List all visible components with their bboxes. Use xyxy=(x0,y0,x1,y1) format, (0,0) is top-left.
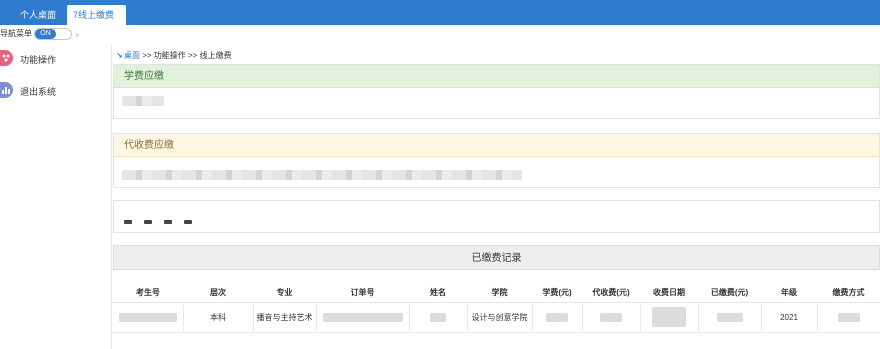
nav-menu-toggle[interactable]: ON xyxy=(34,28,72,40)
redacted-value xyxy=(837,312,860,322)
arrow-icon: ↘ xyxy=(116,51,123,60)
breadcrumb-path: >> 功能操作 >> 线上缴费 xyxy=(140,51,232,60)
agency-fee-panel-title: 代收费应缴 xyxy=(114,134,879,157)
sidebar-item-label: 退出系统 xyxy=(20,87,57,97)
nav-menu-label: 导航菜单 xyxy=(0,29,32,38)
col-paid-amount: 已缴费(元) xyxy=(698,283,761,303)
sidebar-item-logout[interactable]: 退出系统 xyxy=(0,82,110,102)
loading-indicator xyxy=(124,216,204,226)
col-major: 专业 xyxy=(253,283,316,303)
sidebar-item-functions[interactable]: 功能操作 xyxy=(0,50,110,70)
col-order-number: 订单号 xyxy=(316,283,409,303)
pending-panel xyxy=(113,200,880,233)
col-college: 学院 xyxy=(467,283,532,303)
chart-icon xyxy=(0,82,13,98)
agency-fee-details-redacted xyxy=(122,170,522,180)
redacted-value xyxy=(118,312,177,322)
sidebar: 功能操作 退出系统 xyxy=(0,44,112,349)
cell-level: 本科 xyxy=(183,302,254,333)
cell-tuition xyxy=(532,302,583,333)
table-header-row: 考生号 层次 专业 订单号 姓名 学院 学费(元) 代收费(元) 收费日期 已缴… xyxy=(113,283,880,303)
col-tuition: 学费(元) xyxy=(532,283,582,303)
close-icon[interactable]: × xyxy=(75,31,80,40)
cell-order-number xyxy=(316,302,410,333)
redacted-value xyxy=(322,312,403,322)
col-payment-method: 缴费方式 xyxy=(817,283,880,303)
breadcrumb: ↘桌面 >> 功能操作 >> 线上缴费 xyxy=(116,50,232,61)
cell-paid-amount xyxy=(698,302,762,333)
cell-grade: 2021 xyxy=(761,302,818,333)
redacted-value xyxy=(546,312,568,322)
col-name: 姓名 xyxy=(409,283,467,303)
tuition-amount-redacted xyxy=(122,96,164,106)
function-icon xyxy=(0,50,13,66)
tuition-panel-title: 学费应缴 xyxy=(114,65,879,88)
payment-records-table: 考生号 层次 专业 订单号 姓名 学院 学费(元) 代收费(元) 收费日期 已缴… xyxy=(113,283,880,333)
breadcrumb-home[interactable]: 桌面 xyxy=(124,51,140,60)
cell-name xyxy=(409,302,468,333)
payment-records-header: 已缴费记录 xyxy=(113,245,880,270)
cell-major: 播音与主持艺术 xyxy=(253,302,317,333)
tab-personal-desktop[interactable]: 个人桌面 xyxy=(14,5,62,25)
cell-agency-fee xyxy=(582,302,641,333)
col-grade: 年级 xyxy=(761,283,817,303)
cell-payment-method xyxy=(817,302,880,333)
col-agency-fee: 代收费(元) xyxy=(582,283,640,303)
redacted-value xyxy=(652,307,686,327)
tuition-panel: 学费应缴 xyxy=(113,64,880,119)
cell-exam-number xyxy=(113,302,184,333)
tab-online-payment-label: 7线上缴费 xyxy=(73,10,115,20)
col-level: 层次 xyxy=(183,283,253,303)
cell-payment-date xyxy=(640,302,699,333)
col-exam-number: 考生号 xyxy=(113,283,183,303)
table-row[interactable]: 本科 播音与主持艺术 设计与创意学院 2021 xyxy=(113,302,880,333)
top-tab-bar: 个人桌面 7线上缴费 × xyxy=(0,0,880,40)
col-payment-date: 收费日期 xyxy=(640,283,698,303)
redacted-value xyxy=(716,312,743,322)
cell-college: 设计与创意学院 xyxy=(467,302,533,333)
redacted-value xyxy=(600,312,622,322)
tab-online-payment[interactable]: 7线上缴费 × xyxy=(67,5,126,40)
sidebar-item-label: 功能操作 xyxy=(20,55,57,65)
redacted-value xyxy=(430,312,446,322)
toggle-on-label: ON xyxy=(35,29,56,39)
